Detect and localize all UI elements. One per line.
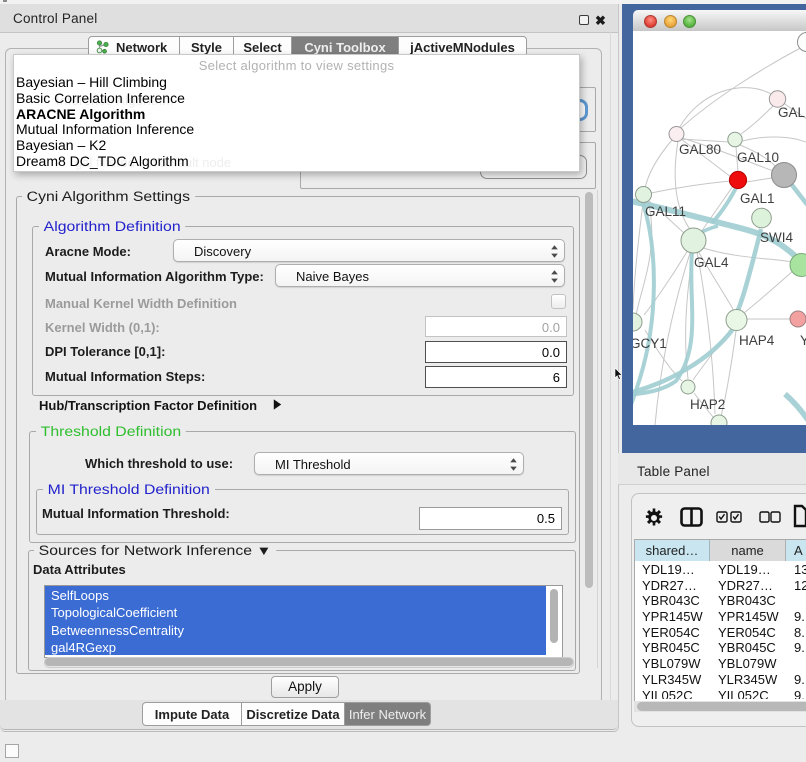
svg-text:GAL80: GAL80 — [679, 142, 721, 157]
svg-text:GAL11: GAL11 — [645, 204, 686, 219]
svg-text:GCY1: GCY1 — [633, 336, 667, 351]
svg-text:GAL4: GAL4 — [694, 255, 729, 270]
svg-text:HAP2: HAP2 — [690, 397, 725, 412]
svg-text:SWI4: SWI4 — [760, 230, 793, 245]
svg-text:Y: Y — [800, 333, 806, 348]
svg-text:GAL1: GAL1 — [740, 191, 775, 206]
svg-text:GAL10: GAL10 — [737, 150, 779, 165]
svg-text:GAL: GAL — [778, 105, 806, 120]
svg-text:HAP4: HAP4 — [739, 333, 775, 348]
